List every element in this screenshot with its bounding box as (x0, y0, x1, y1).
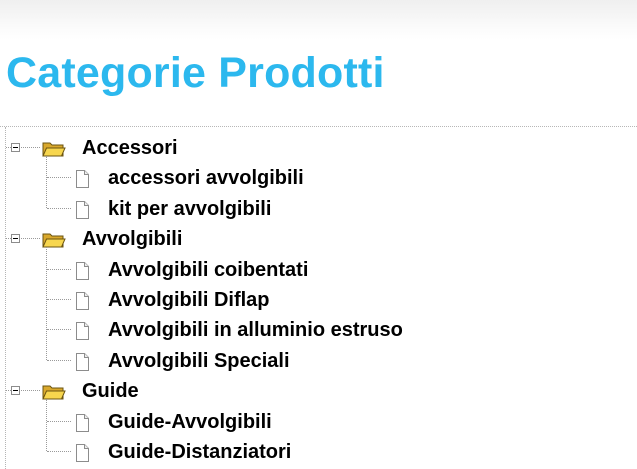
tree-category-label: Guide (82, 380, 139, 403)
tree-connector (47, 359, 71, 361)
tree-category-row[interactable]: Avvolgibili (0, 225, 637, 255)
tree-connector (21, 390, 40, 392)
category-tree: Accessori accessori avvolgibili kit per av… (0, 126, 637, 469)
document-icon (76, 170, 89, 189)
top-bar (0, 0, 637, 40)
tree-connector (47, 451, 71, 452)
document-icon (76, 444, 89, 462)
tree-item-row[interactable]: kit per avvolgibili (0, 195, 637, 225)
tree-item-row[interactable]: Guide-Avvolgibili (0, 408, 637, 438)
tree-connector (47, 329, 71, 331)
tree-connector (47, 207, 71, 209)
document-icon (76, 261, 89, 280)
tree-item-label[interactable]: Guide-Avvolgibili (108, 411, 272, 433)
collapse-minus-icon[interactable] (11, 143, 20, 152)
tree-item-label[interactable]: Avvolgibili in alluminio estruso (108, 319, 403, 341)
document-icon (76, 352, 89, 371)
tree-connector (21, 238, 40, 240)
tree-connector (47, 177, 71, 179)
tree-item-row[interactable]: accessori avvolgibili (0, 164, 637, 194)
document-icon (76, 413, 89, 432)
tree-item-row[interactable]: Avvolgibili in alluminio estruso (0, 316, 637, 346)
collapse-minus-icon[interactable] (11, 386, 20, 396)
document-icon (76, 292, 89, 310)
tree-category-label: Accessori (82, 137, 178, 159)
tree-category-row[interactable]: Guide (0, 377, 637, 407)
tree-connector (47, 420, 71, 422)
tree-item-label[interactable]: Avvolgibili Speciali (108, 350, 290, 372)
page-title: Categorie Prodotti (6, 49, 385, 97)
tree-item-label[interactable]: Guide-Distanziatori (108, 441, 291, 463)
tree-item-row[interactable]: Avvolgibili Speciali (0, 347, 637, 377)
tree-connector (47, 268, 71, 270)
tree-connector (47, 299, 71, 300)
tree-item-label[interactable]: Avvolgibili coibentati (108, 259, 308, 281)
tree-item-label[interactable]: Avvolgibili Diflap (108, 289, 270, 311)
tree-item-row[interactable]: Avvolgibili coibentati (0, 256, 637, 286)
collapse-minus-icon[interactable] (11, 234, 20, 244)
tree-category-row[interactable]: Accessori (0, 134, 637, 164)
document-icon (76, 322, 89, 341)
tree-item-row[interactable]: Guide-Distanziatori (0, 438, 637, 468)
tree-item-label[interactable]: accessori avvolgibili (108, 167, 304, 189)
document-icon (76, 200, 89, 219)
tree-item-row[interactable]: Avvolgibili Diflap (0, 286, 637, 316)
tree-item-label[interactable]: kit per avvolgibili (108, 198, 271, 220)
tree-connector (21, 147, 40, 148)
tree-category-label: Avvolgibili (82, 228, 183, 251)
